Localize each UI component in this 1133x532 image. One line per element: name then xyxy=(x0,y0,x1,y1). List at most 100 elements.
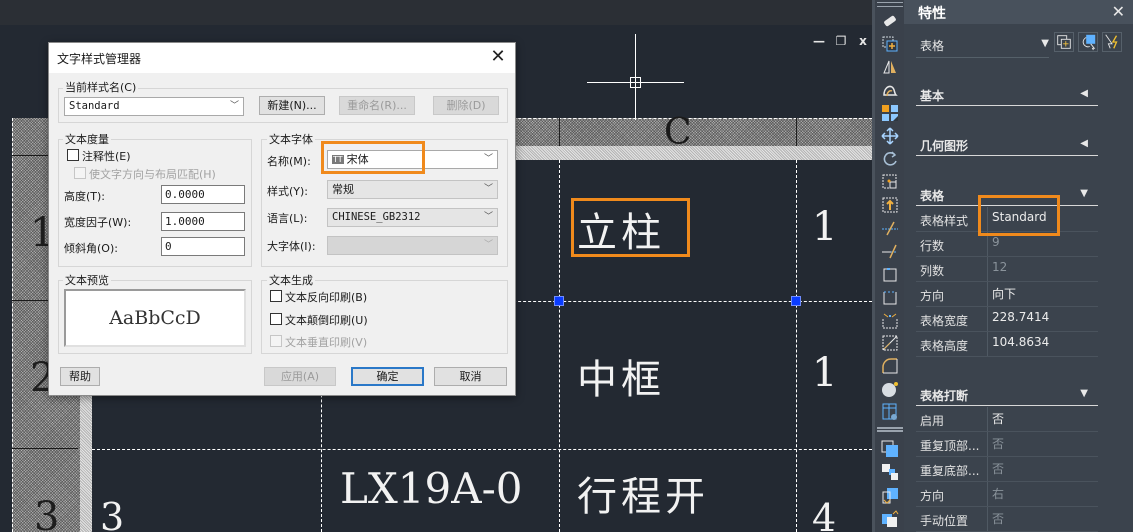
cell-text[interactable]: 1 xyxy=(812,350,841,396)
quick-select-icon[interactable] xyxy=(1102,32,1122,52)
scale-icon[interactable] xyxy=(881,173,899,191)
language-label: 语言(L): xyxy=(267,212,308,225)
style-name-dropdown[interactable]: Standard ﹀ xyxy=(64,97,244,116)
section-table-break[interactable]: 表格打断 ▼ xyxy=(916,386,1098,406)
highlight-box xyxy=(978,195,1060,236)
cell-text[interactable]: 3 xyxy=(100,495,128,532)
property-value[interactable]: 右 xyxy=(987,482,1004,506)
property-value[interactable]: 228.7414 xyxy=(987,307,1049,331)
selection-grip[interactable] xyxy=(554,296,564,306)
new-style-button[interactable]: 新建(N)... xyxy=(259,96,325,115)
height-input[interactable]: 0.0000 xyxy=(161,185,245,204)
minimize-button[interactable]: — xyxy=(812,34,826,48)
property-key: 方向 xyxy=(920,489,945,503)
property-row[interactable]: 方向 向下 xyxy=(916,282,1098,307)
trim-icon[interactable] xyxy=(881,219,899,237)
cell-text[interactable]: 中框 xyxy=(577,347,665,405)
table-gridline xyxy=(92,449,872,450)
cell-text[interactable]: 1 xyxy=(812,204,841,250)
copy-icon[interactable] xyxy=(881,35,899,53)
property-value[interactable]: 104.8634 xyxy=(987,332,1049,356)
offset-icon[interactable] xyxy=(881,81,899,99)
send-to-back-icon[interactable] xyxy=(881,463,899,481)
selection-grip[interactable] xyxy=(791,296,801,306)
bigfont-dropdown[interactable]: ﹀ xyxy=(327,236,498,255)
width-factor-input[interactable]: 1.0000 xyxy=(161,212,245,231)
join-icon[interactable] xyxy=(881,311,899,329)
section-geometry[interactable]: 几何图形 ◀ xyxy=(916,136,1098,156)
upside-down-checkbox[interactable] xyxy=(270,313,282,325)
match-layout-checkbox[interactable] xyxy=(74,167,86,179)
rotate-icon[interactable] xyxy=(881,150,899,168)
toggle-pickadd-icon[interactable] xyxy=(1054,32,1074,52)
cell-text[interactable]: 行程开 xyxy=(577,464,709,522)
table-edit-icon[interactable] xyxy=(881,403,899,421)
delete-style-button[interactable]: 删除(D) xyxy=(433,96,499,115)
language-dropdown[interactable]: CHINESE_GB2312 ﹀ xyxy=(327,208,498,227)
property-row[interactable]: 重复底部... 否 xyxy=(916,457,1098,482)
text-metrics-label: 文本度量 xyxy=(63,131,111,147)
font-style-dropdown[interactable]: 常规 ﹀ xyxy=(327,180,498,199)
chamfer-icon[interactable] xyxy=(881,334,899,352)
cell-text[interactable]: LX19A-0 xyxy=(340,464,522,513)
stretch-icon[interactable] xyxy=(881,196,899,214)
extend-icon[interactable] xyxy=(881,242,899,260)
bring-to-front-icon[interactable] xyxy=(881,440,899,458)
property-key: 启用 xyxy=(920,414,945,428)
height-label: 高度(T): xyxy=(64,190,106,203)
vertical-checkbox[interactable] xyxy=(270,335,282,347)
property-row[interactable]: 表格宽度 228.7414 xyxy=(916,307,1098,332)
fillet-icon[interactable] xyxy=(881,357,899,375)
font-name-label: 名称(M): xyxy=(267,155,311,168)
rename-style-button[interactable]: 重命名(R)... xyxy=(339,96,415,115)
property-row[interactable]: 重复顶部... 否 xyxy=(916,432,1098,457)
property-value[interactable]: 否 xyxy=(987,432,1004,456)
annotative-checkbox[interactable] xyxy=(67,149,79,161)
text-preview-label: 文本预览 xyxy=(63,272,111,288)
apply-button[interactable]: 应用(A) xyxy=(264,367,336,386)
backwards-label: 文本反向印刷(B) xyxy=(285,291,368,304)
property-key: 重复底部... xyxy=(920,464,980,478)
property-row[interactable]: 手动位置 否 xyxy=(916,507,1098,532)
section-basic[interactable]: 基本 ◀ xyxy=(916,86,1098,106)
expand-down-icon: ▼ xyxy=(1080,388,1088,399)
dialog-close-button[interactable]: ✕ xyxy=(488,46,508,68)
canvas-top-strip xyxy=(0,0,872,25)
property-value[interactable]: 否 xyxy=(987,457,1004,481)
restore-button[interactable]: ❐ xyxy=(834,34,848,48)
property-row[interactable]: 启用 否 xyxy=(916,407,1098,432)
erase-icon[interactable] xyxy=(881,12,899,30)
bring-above-icon[interactable] xyxy=(881,486,899,504)
dialog-titlebar[interactable]: 文字样式管理器 ✕ xyxy=(49,43,515,73)
break-icon[interactable] xyxy=(881,288,899,306)
property-value[interactable]: 12 xyxy=(987,257,1007,281)
oblique-angle-input[interactable]: 0 xyxy=(161,237,245,256)
column-header-letter: C xyxy=(664,112,692,153)
properties-close-button[interactable]: ✕ xyxy=(1112,2,1125,21)
cancel-button[interactable]: 取消 xyxy=(434,367,507,386)
property-value[interactable]: 否 xyxy=(987,507,1004,531)
mirror-icon[interactable] xyxy=(881,58,899,76)
close-viewport-button[interactable]: x xyxy=(856,34,870,48)
send-under-icon[interactable] xyxy=(881,509,899,527)
backwards-checkbox[interactable] xyxy=(270,290,282,302)
object-type-dropdown[interactable]: 表格 ▼ xyxy=(916,32,1049,58)
array-icon[interactable] xyxy=(881,104,899,122)
toolbar-grip[interactable] xyxy=(877,2,903,7)
help-button[interactable]: 帮助 xyxy=(60,367,100,386)
language-value: CHINESE_GB2312 xyxy=(332,211,421,223)
break-at-point-icon[interactable] xyxy=(881,265,899,283)
select-objects-icon[interactable] xyxy=(1078,32,1098,52)
property-key: 行数 xyxy=(920,239,945,253)
move-icon[interactable] xyxy=(881,127,899,145)
property-value[interactable]: 向下 xyxy=(987,282,1016,306)
section-table-break-label: 表格打断 xyxy=(920,389,969,403)
cell-text[interactable]: 4 xyxy=(812,496,840,532)
explode-icon[interactable] xyxy=(881,380,899,398)
property-row[interactable]: 表格高度 104.8634 xyxy=(916,332,1098,357)
property-row[interactable]: 方向 右 xyxy=(916,482,1098,507)
style-name-value: Standard xyxy=(69,100,120,112)
ok-button[interactable]: 确定 xyxy=(351,367,424,386)
property-value[interactable]: 否 xyxy=(987,407,1004,431)
property-row[interactable]: 列数 12 xyxy=(916,257,1098,282)
